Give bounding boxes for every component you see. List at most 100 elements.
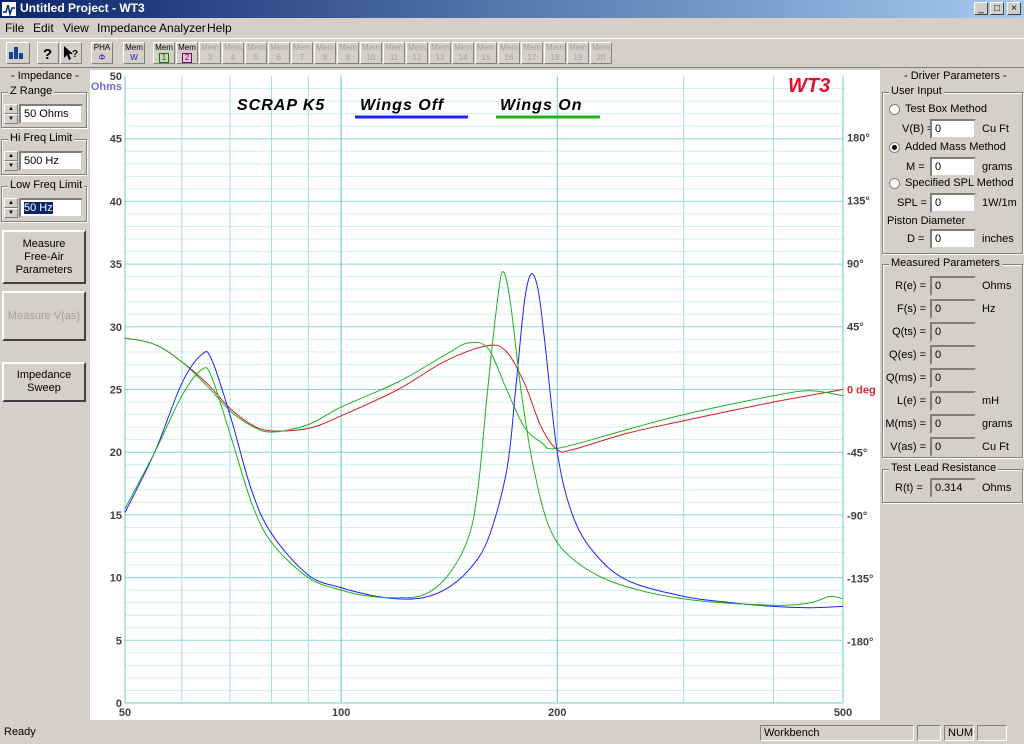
maximize-button[interactable]: □: [990, 2, 1004, 15]
mem-11-button[interactable]: Mem 11: [383, 42, 405, 64]
mem-1-button[interactable]: Mem 1: [153, 42, 175, 64]
phase-button[interactable]: PHA Φ: [91, 42, 113, 64]
param-label: M(ms) =: [885, 418, 926, 430]
mem-16-button[interactable]: Mem 16: [498, 42, 520, 64]
spin-up-icon[interactable]: ▲: [4, 198, 18, 208]
mem-14-button[interactable]: Mem 14: [452, 42, 474, 64]
mem-9-button[interactable]: Mem 9: [337, 42, 359, 64]
mem-4-button[interactable]: Mem 4: [222, 42, 244, 64]
mem-number: 7: [299, 53, 305, 62]
mem-number: 4: [230, 53, 236, 62]
status-num: NUM: [944, 725, 974, 741]
added-mass-radio[interactable]: [889, 142, 900, 153]
series-wings-off-line: [124, 273, 844, 609]
mem-12-button[interactable]: Mem 12: [406, 42, 428, 64]
measure-vas-button[interactable]: Measure V(as): [2, 291, 86, 341]
mem-3-button[interactable]: Mem 3: [199, 42, 221, 64]
user-input-label: User Input: [889, 85, 944, 97]
context-help-button[interactable]: ?: [60, 42, 82, 64]
param-label: Q(ts) =: [892, 326, 926, 338]
pointer-help-icon: ?: [64, 46, 78, 60]
spin-up-icon[interactable]: ▲: [4, 151, 18, 161]
y-tick-label: 40: [110, 196, 122, 208]
mem-label: Mem: [339, 43, 357, 52]
mem-20-button[interactable]: Mem 20: [590, 42, 612, 64]
mem-number: 18: [550, 53, 560, 62]
impedance-chart: 05101520253035404550Ohms50 100 200 500180°1…: [91, 71, 876, 719]
rt-unit: Ohms: [982, 482, 1012, 494]
mem-17-button[interactable]: Mem 17: [521, 42, 543, 64]
hi-freq-spinner[interactable]: ▲ ▼: [4, 151, 18, 171]
specified-spl-radio[interactable]: [889, 178, 900, 189]
vb-input[interactable]: 0: [930, 119, 976, 139]
minimize-button[interactable]: _: [974, 2, 988, 15]
mem-5-button[interactable]: Mem 5: [245, 42, 267, 64]
mem-7-button[interactable]: Mem 7: [291, 42, 313, 64]
phase-tick-label: -180°: [847, 637, 873, 649]
spin-down-icon[interactable]: ▼: [4, 114, 18, 124]
z-range-input[interactable]: 50 Ohms: [19, 104, 83, 124]
close-icon: ×: [1011, 3, 1017, 14]
vb-label: V(B) =: [902, 123, 934, 135]
mem-8-button[interactable]: Mem 8: [314, 42, 336, 64]
close-button[interactable]: ×: [1007, 2, 1021, 15]
m-input[interactable]: 0: [930, 157, 976, 177]
mem-10-button[interactable]: Mem 10: [360, 42, 382, 64]
spl-unit: 1W/1m: [982, 197, 1017, 209]
impedance-sweep-button[interactable]: Impedance Sweep: [2, 362, 86, 402]
menu-help[interactable]: Help: [207, 21, 232, 35]
impedance-header: - Impedance -: [11, 70, 79, 82]
spin-down-icon[interactable]: ▼: [4, 161, 18, 171]
minimize-icon: _: [978, 3, 984, 14]
mem-number: 5: [253, 53, 259, 62]
spl-input[interactable]: 0: [930, 193, 976, 213]
driver-params-header: - Driver Parameters -: [904, 70, 1007, 82]
status-scroll: [977, 725, 1007, 741]
graph-button[interactable]: [6, 42, 30, 64]
menu-impedance-analyzer[interactable]: Impedance Analyzer: [97, 21, 206, 35]
mem-6-button[interactable]: Mem 6: [268, 42, 290, 64]
mem-label: Mem: [408, 43, 426, 52]
wt3-logo: WT3: [788, 75, 830, 97]
menu-view[interactable]: View: [63, 21, 89, 35]
mem-label: Mem: [316, 43, 334, 52]
mem-18-button[interactable]: Mem 18: [544, 42, 566, 64]
phi-icon: Φ: [98, 53, 106, 62]
d-input[interactable]: 0: [930, 229, 976, 249]
hi-freq-input[interactable]: 500 Hz: [19, 151, 83, 171]
param-unit: mH: [982, 395, 1000, 407]
mem-number: 17: [527, 53, 537, 62]
y-tick-label: 25: [110, 385, 122, 397]
low-freq-spinner[interactable]: ▲ ▼: [4, 198, 18, 218]
mem-w-label: Mem: [125, 43, 143, 52]
mem-label: Mem: [523, 43, 541, 52]
mem-number: 10: [366, 53, 376, 62]
help-button[interactable]: ?: [37, 42, 59, 64]
menu-file[interactable]: File: [5, 21, 24, 35]
mem-13-button[interactable]: Mem 13: [429, 42, 451, 64]
mem-label: Mem: [500, 43, 518, 52]
param-label: Q(ms) =: [885, 372, 926, 384]
specified-spl-label[interactable]: Specified SPL Method: [905, 177, 1013, 189]
mem-2-button[interactable]: Mem 2: [176, 42, 198, 64]
mem-15-button[interactable]: Mem 15: [475, 42, 497, 64]
test-box-label[interactable]: Test Box Method: [905, 103, 987, 115]
test-box-radio[interactable]: [889, 104, 900, 115]
spin-up-icon[interactable]: ▲: [4, 104, 18, 114]
z-range-spinner[interactable]: ▲ ▼: [4, 104, 18, 124]
maximize-icon: □: [993, 3, 1001, 14]
spin-down-icon[interactable]: ▼: [4, 208, 18, 218]
phase-tick-label: 0 deg: [847, 385, 876, 397]
low-freq-input[interactable]: 50 Hz: [19, 198, 83, 218]
measure-free-air-button[interactable]: Measure Free-Air Parameters: [2, 230, 86, 284]
mem-w-sub: W: [130, 53, 138, 62]
mem-number: 14: [458, 53, 468, 62]
added-mass-label[interactable]: Added Mass Method: [905, 141, 1006, 153]
mem-label: Mem: [431, 43, 449, 52]
menu-edit[interactable]: Edit: [33, 21, 54, 35]
y-tick-label: 30: [110, 322, 122, 334]
mem-number: 9: [345, 53, 351, 62]
mem-19-button[interactable]: Mem 19: [567, 42, 589, 64]
mem-w-button[interactable]: Mem W: [123, 42, 145, 64]
param-unit: Hz: [982, 303, 996, 315]
